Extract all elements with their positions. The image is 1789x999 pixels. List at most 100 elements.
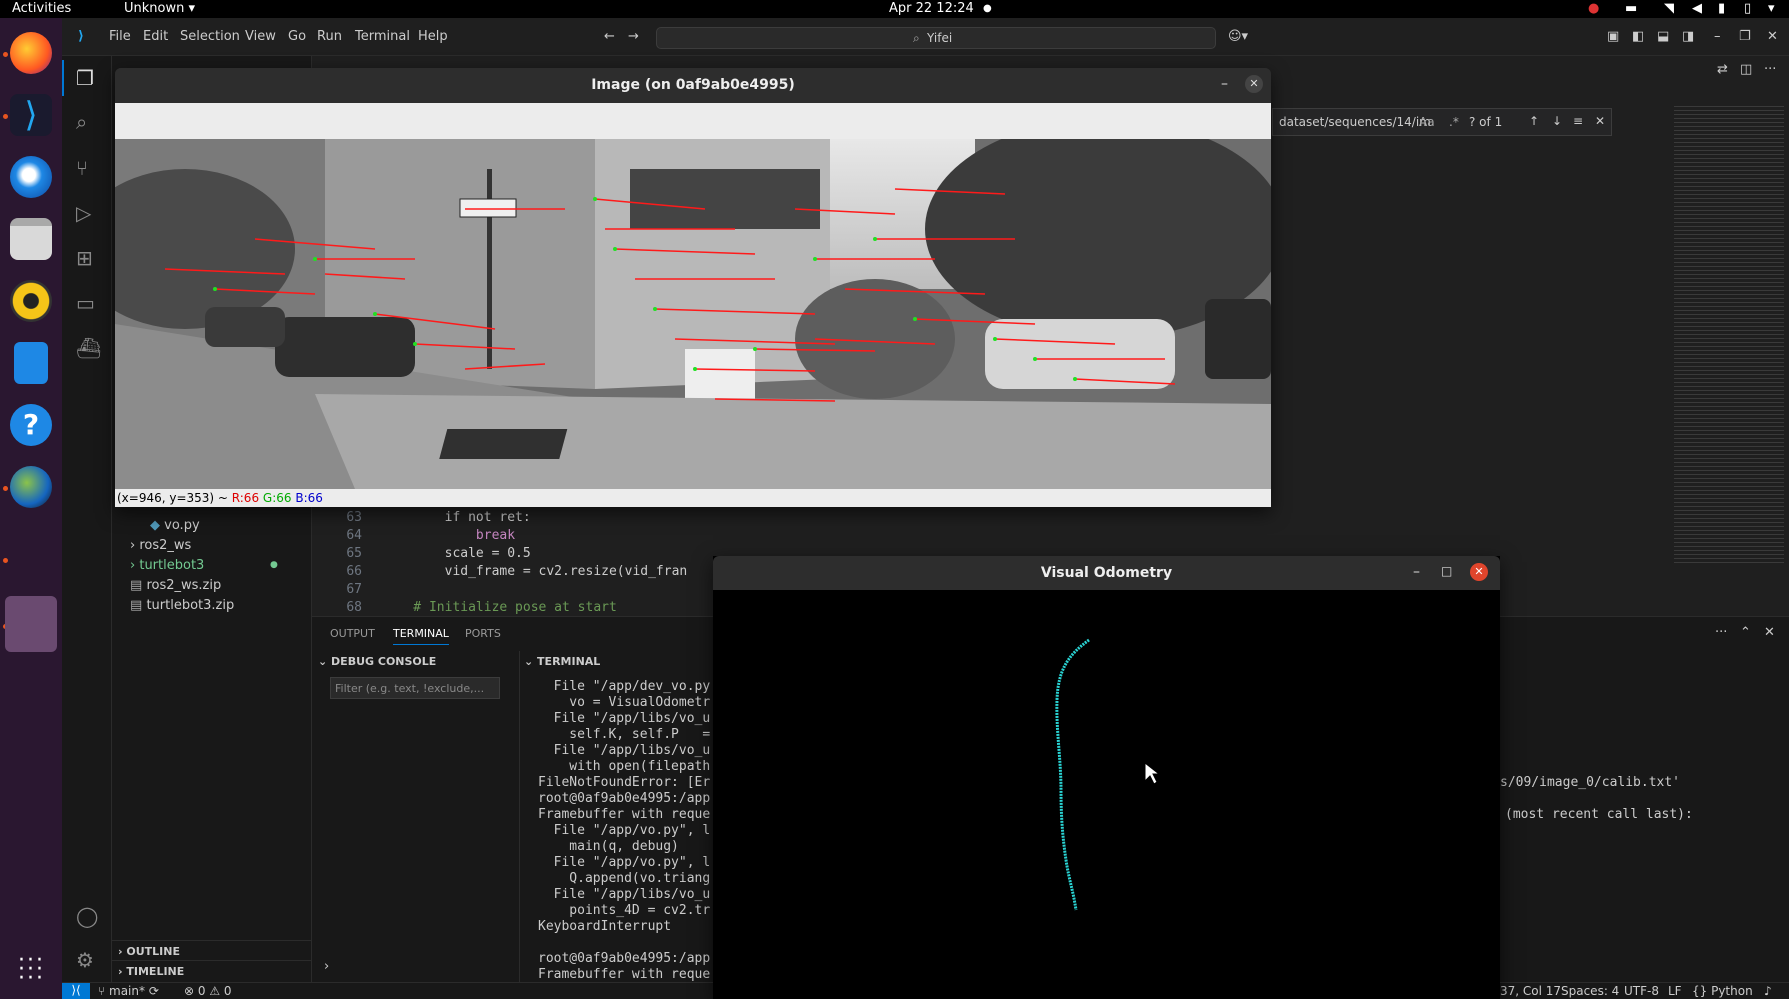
menu-help[interactable]: Help <box>418 29 448 44</box>
app-menu[interactable]: Unknown ▾ <box>124 1 195 16</box>
menu-selection[interactable]: Selection <box>180 29 240 44</box>
outline-section[interactable]: › OUTLINE <box>112 940 312 960</box>
notifications-bell-icon[interactable]: ♪ <box>1764 984 1772 998</box>
close-icon[interactable]: ✕ <box>1470 563 1488 581</box>
maximize-icon[interactable]: □ <box>1441 564 1452 578</box>
command-center[interactable]: ⌕ Yifei <box>656 27 1216 49</box>
copilot-icon[interactable]: ☺▾ <box>1228 29 1248 44</box>
maximize-panel-icon[interactable]: ⌃ <box>1740 625 1751 640</box>
more-actions-icon[interactable]: ··· <box>1764 62 1776 77</box>
tab-terminal[interactable]: TERMINAL <box>393 627 449 645</box>
debug-filter-input[interactable]: Filter (e.g. text, !exclude,... <box>330 677 500 699</box>
menu-terminal[interactable]: Terminal <box>355 29 410 44</box>
wifi-icon[interactable]: ◥ <box>1664 1 1674 16</box>
rhythmbox-icon[interactable] <box>10 280 52 322</box>
settings-gear-icon[interactable]: ⚙ <box>76 948 94 972</box>
menu-file[interactable]: File <box>109 29 131 44</box>
menu-run[interactable]: Run <box>317 29 342 44</box>
help-icon[interactable]: ? <box>10 404 52 446</box>
chevron-right-icon[interactable]: › <box>324 959 329 974</box>
back-arrow-icon[interactable]: ← <box>604 29 615 44</box>
app-grid-icon[interactable]: ··· ··· ··· <box>18 950 46 990</box>
active-window-tile[interactable] <box>5 596 57 652</box>
split-editor-icon[interactable]: ◫ <box>1740 62 1752 77</box>
previous-match-icon[interactable]: ↑ <box>1529 114 1539 128</box>
encoding[interactable]: UTF-8 <box>1624 984 1659 998</box>
indentation[interactable]: Spaces: 4 <box>1561 984 1619 998</box>
firefox-icon[interactable] <box>10 32 52 74</box>
menu-edit[interactable]: Edit <box>143 29 168 44</box>
toggle-panel-icon[interactable]: ⬓ <box>1657 29 1669 44</box>
battery-icon[interactable]: ▯ <box>1744 1 1751 16</box>
debug-console-header[interactable]: ⌄ DEBUG CONSOLE <box>318 655 436 668</box>
vo-window-title[interactable]: Visual Odometry <box>713 556 1500 590</box>
tab-output[interactable]: OUTPUT <box>330 627 375 640</box>
toggle-sidebar-icon[interactable]: ◧ <box>1632 29 1644 44</box>
cursor-position[interactable]: 37, Col 17 <box>1500 984 1561 998</box>
globe-icon[interactable] <box>10 466 52 508</box>
panel-more-icon[interactable]: ··· <box>1715 625 1727 640</box>
terminal-line: File "/app/vo.py", l <box>538 855 711 870</box>
explorer-file-item[interactable]: ▤ ros2_ws.zip <box>130 578 221 593</box>
explorer-file-item[interactable]: ◆ vo.py <box>150 518 200 533</box>
compare-icon[interactable]: ⇄ <box>1717 62 1728 77</box>
terminal-header[interactable]: ⌄ TERMINAL <box>524 655 600 668</box>
extensions-icon[interactable]: ⊞ <box>76 246 93 270</box>
layout-icon[interactable]: ▣ <box>1607 29 1619 44</box>
explorer-folder-item[interactable]: › ros2_ws <box>130 538 191 553</box>
minimize-icon[interactable]: – <box>1714 29 1721 44</box>
writer-icon[interactable] <box>14 342 48 384</box>
remote-indicator-icon[interactable]: ⟩⟨ <box>62 983 90 999</box>
docker-icon[interactable]: ⛴ <box>76 336 101 360</box>
next-match-icon[interactable]: ↓ <box>1552 114 1562 128</box>
toggle-secondary-icon[interactable]: ◨ <box>1682 29 1694 44</box>
run-debug-icon[interactable]: ▷ <box>76 201 91 225</box>
thunderbird-icon[interactable] <box>10 156 52 198</box>
code-line[interactable]: break <box>382 528 515 543</box>
terminal-output[interactable]: File "/app/dev_vo.py vo = VisualOdometr … <box>538 679 718 983</box>
close-panel-icon[interactable]: ✕ <box>1764 625 1775 640</box>
minimize-icon[interactable]: – <box>1413 564 1420 580</box>
branch-indicator[interactable]: ⑂ main* ⟳ <box>98 984 159 998</box>
menu-view[interactable]: View <box>245 29 276 44</box>
system-menu-icon[interactable]: ▾ <box>1768 1 1775 16</box>
clock[interactable]: Apr 22 12:24 <box>889 1 974 16</box>
tab-ports[interactable]: PORTS <box>465 627 501 640</box>
code-line[interactable]: scale = 0.5 <box>382 546 531 561</box>
camera-frame-view[interactable] <box>115 139 1271 489</box>
record-icon[interactable]: ● <box>1588 1 1599 16</box>
close-icon[interactable]: ✕ <box>1767 29 1778 44</box>
language-mode[interactable]: {} Python <box>1692 984 1753 998</box>
activities-button[interactable]: Activities <box>12 1 71 16</box>
restore-icon[interactable]: ❐ <box>1739 29 1751 44</box>
search-icon[interactable]: ⌕ <box>76 110 87 134</box>
explorer-file-item[interactable]: ▤ turtlebot3.zip <box>130 598 234 613</box>
files-icon[interactable] <box>10 218 52 260</box>
keyboard-icon[interactable]: ▬ <box>1625 1 1637 16</box>
regex-icon[interactable]: .* <box>1449 115 1459 129</box>
code-line[interactable]: # Initialize pose at start <box>382 600 617 615</box>
code-line[interactable]: if not ret: <box>382 510 531 525</box>
explorer-folder-item[interactable]: › turtlebot3 ● <box>130 558 278 573</box>
volume-icon[interactable]: ◀ <box>1692 1 1702 16</box>
match-case-icon[interactable]: Aa <box>1419 115 1435 129</box>
menu-go[interactable]: Go <box>288 29 306 44</box>
source-control-icon[interactable]: ⑂ <box>76 156 88 180</box>
close-find-icon[interactable]: ✕ <box>1595 114 1605 128</box>
forward-arrow-icon[interactable]: → <box>628 29 639 44</box>
remote-explorer-icon[interactable]: ▭ <box>76 291 95 315</box>
minimap[interactable] <box>1674 106 1784 566</box>
accounts-icon[interactable]: ◯ <box>76 904 98 928</box>
problems-indicator[interactable]: ⊗ 0 ⚠ 0 <box>184 984 232 998</box>
vscode-icon[interactable]: ⟩ <box>10 94 52 136</box>
mic-icon[interactable]: ▮ <box>1718 1 1725 16</box>
minimize-icon[interactable]: – <box>1221 76 1228 92</box>
find-input[interactable]: dataset/sequences/14/im <box>1279 115 1431 129</box>
find-in-selection-icon[interactable]: ≡ <box>1573 114 1583 128</box>
image-window-title[interactable]: Image (on 0af9ab0e4995) <box>115 68 1271 103</box>
eol[interactable]: LF <box>1668 984 1682 998</box>
close-icon[interactable]: ✕ <box>1245 75 1263 93</box>
code-line[interactable]: vid_frame = cv2.resize(vid_fran <box>382 564 688 579</box>
timeline-section[interactable]: › TIMELINE <box>112 960 312 980</box>
explorer-icon[interactable]: ❐ <box>76 66 94 90</box>
